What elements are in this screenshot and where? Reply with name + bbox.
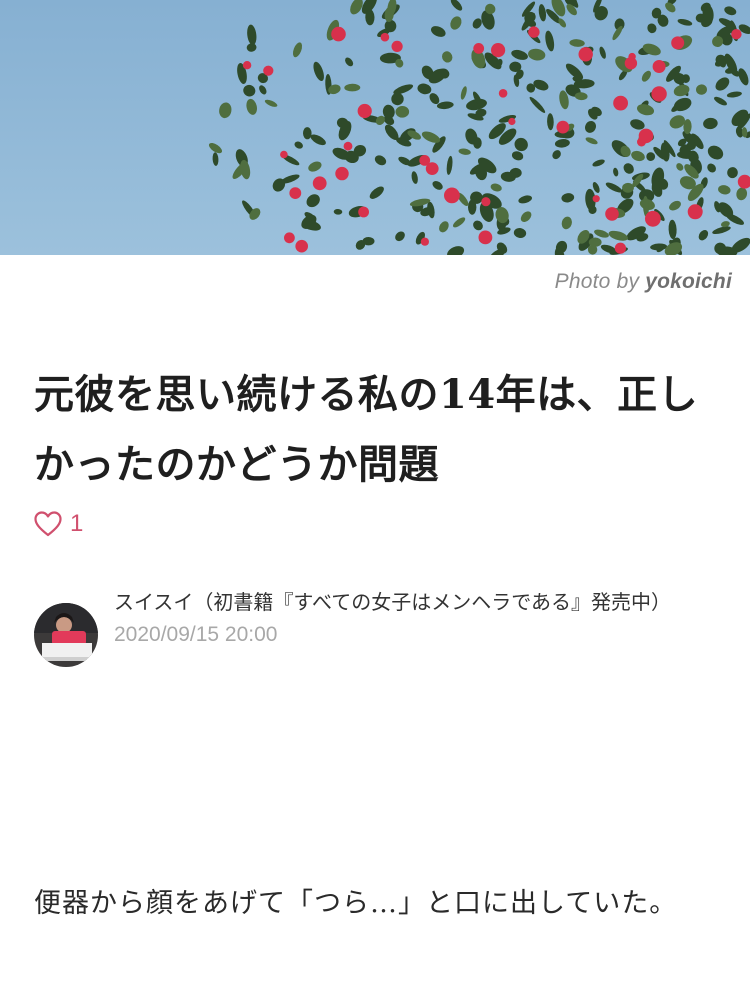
author-block: スイスイ（初書籍『すべての女子はメンヘラである』発売中） 2020/09/15 … xyxy=(34,585,724,667)
avatar-image xyxy=(34,603,98,667)
heart-icon xyxy=(34,511,62,537)
hero-image xyxy=(0,0,750,255)
camellia-tree-photo xyxy=(0,0,750,255)
avatar[interactable] xyxy=(34,603,98,667)
post-date: 2020/09/15 20:00 xyxy=(114,623,278,646)
photo-credit: Photo by yokoichi xyxy=(555,270,732,294)
author-name[interactable]: スイスイ（初書籍『すべての女子はメンヘラである』発売中） xyxy=(114,585,704,619)
article-title: 元彼を思い続ける私の14年は、正しかったのかどうか問題 xyxy=(34,371,699,488)
article-body: 便器から顔をあげて「つら…」と口に出していた。 xyxy=(34,888,678,919)
photo-credit-prefix: Photo by xyxy=(554,270,640,293)
like-button[interactable]: 1 xyxy=(34,510,83,538)
photo-credit-name[interactable]: yokoichi xyxy=(645,270,732,293)
like-count: 1 xyxy=(70,510,84,537)
